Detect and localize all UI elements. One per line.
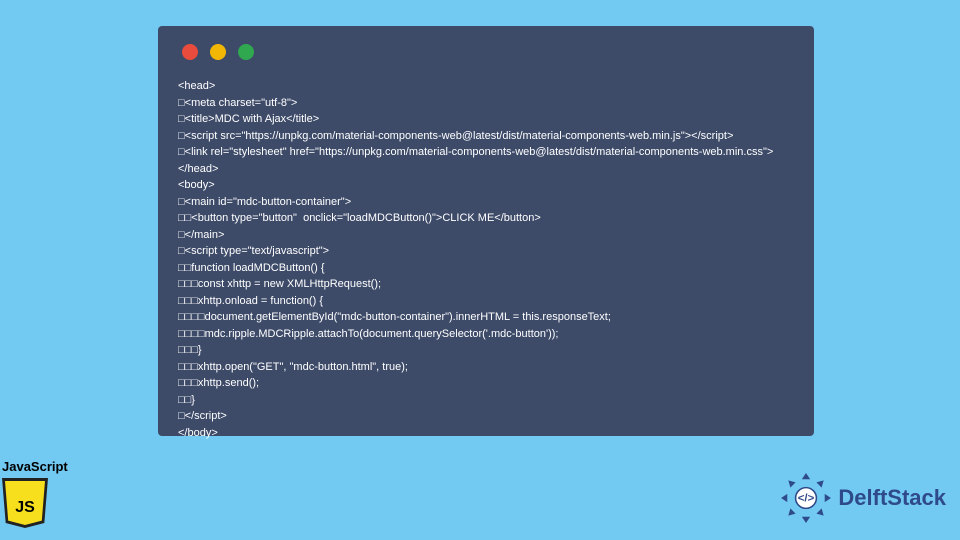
svg-text:</>: </> — [798, 493, 815, 505]
javascript-badge: JavaScript JS — [2, 459, 74, 528]
maximize-icon — [238, 44, 254, 60]
javascript-shield-icon: JS — [2, 478, 48, 528]
window-traffic-lights — [182, 44, 794, 60]
minimize-icon — [210, 44, 226, 60]
code-window: <head> □<meta charset="utf-8"> □<title>M… — [158, 26, 814, 436]
brand-footer: </> DelftStack — [780, 472, 946, 524]
close-icon — [182, 44, 198, 60]
brand-name: DelftStack — [838, 485, 946, 511]
javascript-label: JavaScript — [2, 459, 74, 474]
delftstack-logo-icon: </> — [780, 472, 832, 524]
code-block: <head> □<meta charset="utf-8"> □<title>M… — [178, 78, 794, 441]
javascript-shield-text: JS — [15, 499, 35, 517]
